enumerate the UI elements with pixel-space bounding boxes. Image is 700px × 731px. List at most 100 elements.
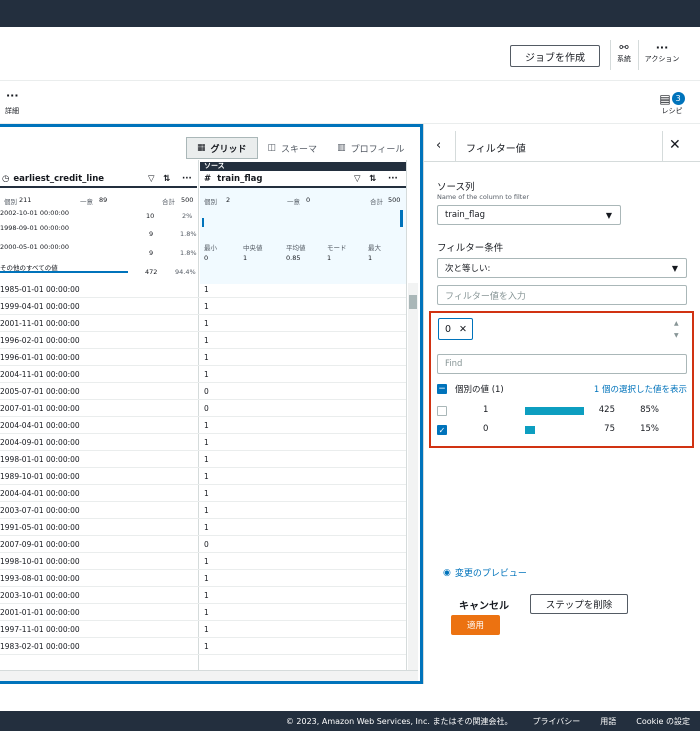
clock-icon: ◷ [2,174,10,184]
lineage-icon: ⚯ [619,41,629,54]
footer: © 2023, Amazon Web Services, Inc. またはその関… [0,711,700,731]
header-divider [610,40,611,70]
cell-train-flag: 0 [204,539,209,549]
lineage-button[interactable]: ⚯ 系統 [612,42,636,64]
cell-train-flag: 1 [204,590,209,600]
caret-down-icon: ▼ [671,264,678,273]
table-row: 1991-05-01 00:00:00 1 [0,519,406,536]
selected-value-chip[interactable]: 0 ✕ [438,318,473,340]
number-icon: # [204,174,212,184]
privacy-link[interactable]: プライバシー [532,716,580,727]
cell-earliest-credit-line: 1996-01-01 00:00:00 [0,352,80,362]
caret-down-icon: ▼ [605,211,612,220]
preview-changes-link[interactable]: ◉ 変更のプレビュー [443,566,527,580]
cell-train-flag: 0 [204,386,209,396]
cell-earliest-credit-line: 2007-09-01 00:00:00 [0,539,80,549]
table-row: 1985-01-01 00:00:00 1 [0,281,406,298]
schema-icon: ◫ [267,143,277,153]
cell-train-flag: 1 [204,556,209,566]
panel-divider [662,131,663,161]
aws-top-nav [0,0,700,27]
table-row: 1989-10-01 00:00:00 1 [0,468,406,485]
select-all-checkbox[interactable]: − [437,384,447,394]
horizontal-scrollbar[interactable] [0,670,418,681]
apply-button[interactable]: 適用 [451,615,500,635]
cell-train-flag: 1 [204,573,209,583]
cell-earliest-credit-line: 1991-05-01 00:00:00 [0,522,80,532]
back-icon[interactable]: ‹ [436,138,441,153]
filter-icon[interactable]: ▽ [354,174,361,184]
cell-train-flag: 1 [204,301,209,311]
recipe-icon: ▤ [659,92,671,106]
cell-train-flag: 0 [204,403,209,413]
details-more-icon[interactable]: ··· [6,90,19,101]
remove-icon[interactable]: ✕ [459,324,467,335]
more-icon[interactable]: ··· [388,174,398,184]
cell-earliest-credit-line: 2003-10-01 00:00:00 [0,590,80,600]
cell-earliest-credit-line: 2001-11-01 00:00:00 [0,318,80,328]
column-header-underline [0,186,197,188]
chip-scroll-icon[interactable]: ▲ ▼ [674,318,679,342]
scrollbar-thumb[interactable] [409,295,417,309]
cell-earliest-credit-line: 2004-04-01 00:00:00 [0,488,80,498]
close-icon[interactable]: ✕ [669,137,681,153]
cell-train-flag: 1 [204,454,209,464]
value-checkbox[interactable] [437,406,447,416]
others-bar [0,271,128,273]
tab-grid[interactable]: ▦ グリッド [186,137,258,159]
cell-train-flag: 1 [204,471,209,481]
histogram-bar [202,218,204,227]
delete-step-button[interactable]: ステップを削除 [530,594,628,614]
tab-profile[interactable]: ▥ プロフィール [327,137,414,159]
table-row: 1997-11-01 00:00:00 1 [0,621,406,638]
cell-earliest-credit-line: 1985-01-01 00:00:00 [0,284,80,294]
cell-train-flag: 1 [204,420,209,430]
cell-train-flag: 1 [204,352,209,362]
value-row[interactable]: 1 425 85% [437,404,687,418]
filter-icon[interactable]: ▽ [148,174,155,184]
histogram-bar [400,210,403,227]
cell-earliest-credit-line: 1993-08-01 00:00:00 [0,573,80,583]
show-selected-link[interactable]: 1 個の選択した値を表示 [594,383,687,395]
profile-icon: ▥ [337,143,346,153]
create-job-button[interactable]: ジョブを作成 [510,45,600,67]
source-column-select[interactable]: train_flag ▼ [437,205,621,225]
tab-schema[interactable]: ◫ スキーマ [258,137,328,159]
table-row: 2001-11-01 00:00:00 1 [0,315,406,332]
actions-button[interactable]: ··· アクション [640,42,684,64]
vertical-scrollbar[interactable] [408,283,418,670]
column-header-earliest-credit-line[interactable]: ◷ earliest_credit_line ▽ ⇅ ··· [2,171,198,187]
table-row: 1998-10-01 00:00:00 1 [0,553,406,570]
cookie-settings-link[interactable]: Cookie の設定 [636,716,690,727]
cell-train-flag: 1 [204,335,209,345]
cell-earliest-credit-line: 2007-01-01 00:00:00 [0,403,80,413]
table-row: 2005-07-01 00:00:00 0 [0,383,406,400]
find-input[interactable]: Find [437,354,687,374]
sort-icon[interactable]: ⇅ [163,174,170,184]
cell-earliest-credit-line: 1999-04-01 00:00:00 [0,301,80,311]
table-row: 1993-08-01 00:00:00 1 [0,570,406,587]
panel-divider [424,161,700,162]
more-icon[interactable]: ··· [182,174,192,184]
cancel-button[interactable]: キャンセル [459,597,509,612]
column-header-train-flag[interactable]: # train_flag ▽ ⇅ ··· [204,171,404,187]
table-row: 2007-09-01 00:00:00 0 [0,536,406,553]
cell-earliest-credit-line: 2001-01-01 00:00:00 [0,607,80,617]
copyright-text: © 2023, Amazon Web Services, Inc. またはその関… [285,716,513,726]
cell-earliest-credit-line: 1998-10-01 00:00:00 [0,556,80,566]
terms-link[interactable]: 用語 [600,716,616,727]
table-row: 1999-04-01 00:00:00 1 [0,298,406,315]
filter-value-input[interactable]: フィルター値を入力 [437,285,687,305]
sort-icon[interactable]: ⇅ [369,174,376,184]
table-row: 1996-01-01 00:00:00 1 [0,349,406,366]
recipe-count-badge: 3 [671,92,685,105]
recipe-button[interactable]: ▤ 3 レシピ [654,92,690,116]
condition-select[interactable]: 次と等しい: ▼ [437,258,687,278]
cell-earliest-credit-line: 1996-02-01 00:00:00 [0,335,80,345]
details-label[interactable]: 詳細 [5,106,19,116]
table-row: 2007-01-01 00:00:00 0 [0,400,406,417]
table-row: 2003-07-01 00:00:00 1 [0,502,406,519]
cell-earliest-credit-line: 1989-10-01 00:00:00 [0,471,80,481]
value-row[interactable]: ✓ 0 75 15% [437,423,687,437]
value-checkbox[interactable]: ✓ [437,425,447,435]
